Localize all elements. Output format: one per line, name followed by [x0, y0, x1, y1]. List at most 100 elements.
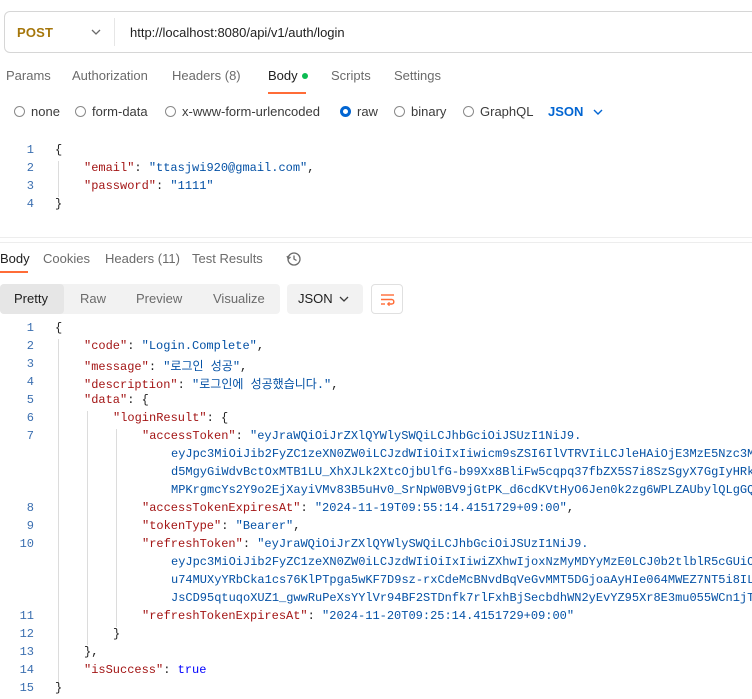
- divider: [0, 237, 752, 238]
- body-type-select[interactable]: JSON: [548, 104, 603, 119]
- headers-count: (11): [157, 251, 180, 266]
- code-line: "accessTokenExpiresAt": "2024-11-19T09:5…: [142, 501, 575, 515]
- code-line: u74MUXyYRbCka1cs76KlPTpga5wKF7D9sz-rxCde…: [171, 573, 752, 587]
- tab-response-body[interactable]: Body: [0, 251, 30, 266]
- line-number: 10: [19, 537, 34, 551]
- radio-label: binary: [411, 104, 447, 119]
- code-line: }: [55, 197, 63, 211]
- code-line: }: [55, 681, 63, 695]
- wrap-lines-button[interactable]: [371, 284, 403, 314]
- view-raw-button[interactable]: Raw: [80, 291, 106, 306]
- wrap-lines-icon: [381, 294, 395, 307]
- view-pretty-button[interactable]: Pretty: [14, 291, 48, 306]
- radio-urlencoded[interactable]: x-www-form-urlencoded: [165, 104, 320, 119]
- chevron-down-icon: [593, 109, 603, 115]
- code-line: "isSuccess": true: [84, 663, 207, 677]
- indent-guide: [87, 411, 88, 645]
- tab-headers[interactable]: Headers (8): [172, 68, 241, 83]
- code-line: "message": "로그인 성공",: [84, 360, 248, 374]
- code-line: JsCD95qtuqoXUZ1_gwwRuPeXsYYlVr94BF2STDnf…: [171, 591, 752, 605]
- radio-raw[interactable]: raw: [340, 104, 378, 119]
- line-number: 1: [26, 321, 34, 335]
- url-input[interactable]: http://localhost:8080/api/v1/auth/login: [130, 25, 345, 40]
- radio-circle-icon: [394, 106, 405, 117]
- tab-settings[interactable]: Settings: [394, 68, 441, 83]
- code-line: "refreshTokenExpiresAt": "2024-11-20T09:…: [142, 609, 575, 623]
- active-tab-indicator: [268, 92, 306, 94]
- view-visualize-button[interactable]: Visualize: [213, 291, 265, 306]
- tab-body-label: Body: [268, 68, 298, 83]
- indent-guide: [116, 429, 117, 627]
- line-number: 11: [19, 609, 34, 623]
- radio-circle-icon: [165, 106, 176, 117]
- tab-cookies[interactable]: Cookies: [43, 251, 90, 266]
- indent-guide: [58, 339, 59, 687]
- indent-guide: [58, 161, 59, 197]
- line-number: 3: [26, 179, 34, 193]
- divider: [114, 18, 115, 46]
- code-line: eyJpc3MiOiJib2FyZC1zeXN0ZW0iLCJzdWIiOiIx…: [171, 555, 752, 569]
- divider: [0, 242, 752, 243]
- line-number: 5: [26, 393, 34, 407]
- line-number: 8: [26, 501, 34, 515]
- radio-label: x-www-form-urlencoded: [182, 104, 320, 119]
- radio-graphql[interactable]: GraphQL: [463, 104, 533, 119]
- line-number: 2: [26, 339, 34, 353]
- tab-authorization[interactable]: Authorization: [72, 68, 148, 83]
- line-number: 4: [26, 197, 34, 211]
- modified-dot-icon: [301, 72, 308, 79]
- line-number: 13: [19, 645, 34, 659]
- radio-binary[interactable]: binary: [394, 104, 446, 119]
- chevron-down-icon[interactable]: [91, 27, 101, 37]
- radio-circle-icon: [75, 106, 86, 117]
- line-number: 9: [26, 519, 34, 533]
- code-line: MPKrgmcYs2Y9o2EjXayiVMv83B5uHv0_SrNpW0BV…: [171, 483, 752, 497]
- tab-body[interactable]: Body: [268, 68, 308, 83]
- code-line: "email": "ttasjwi920@gmail.com",: [84, 161, 315, 175]
- radio-circle-icon: [463, 106, 474, 117]
- radio-form-data[interactable]: form-data: [75, 104, 148, 119]
- line-number: 12: [19, 627, 34, 641]
- line-number: 4: [26, 375, 34, 389]
- radio-label: none: [31, 104, 60, 119]
- tab-response-headers[interactable]: Headers (11): [105, 251, 180, 266]
- line-number: 6: [26, 411, 34, 425]
- line-number: 15: [19, 681, 34, 695]
- code-line: }: [113, 627, 121, 641]
- tab-scripts[interactable]: Scripts: [331, 68, 371, 83]
- tab-label: Headers: [105, 251, 155, 266]
- tab-params[interactable]: Params: [6, 68, 51, 83]
- code-line: eyJpc3MiOiJib2FyZC1zeXN0ZW0iLCJzdWIiOiIx…: [171, 447, 752, 461]
- radio-none[interactable]: none: [14, 104, 60, 119]
- code-line: {: [55, 321, 63, 335]
- code-line: {: [55, 143, 63, 157]
- line-number: 7: [26, 429, 34, 443]
- url-bar: POST http://localhost:8080/api/v1/auth/l…: [4, 11, 752, 53]
- code-line: "code": "Login.Complete",: [84, 339, 265, 353]
- radio-selected-icon: [340, 106, 351, 117]
- code-line: "description": "로그인에 성공했습니다.",: [84, 378, 339, 392]
- format-label: JSON: [298, 291, 333, 306]
- code-line: },: [84, 645, 99, 659]
- tab-test-results[interactable]: Test Results: [192, 251, 263, 266]
- code-line: "refreshToken": "eyJraWQiOiJrZXlQYWlySWQ…: [142, 537, 589, 551]
- code-line: "password": "1111": [84, 179, 214, 193]
- method-select[interactable]: POST: [17, 25, 53, 40]
- line-number: 14: [19, 663, 34, 677]
- radio-label: raw: [357, 104, 378, 119]
- code-line: "accessToken": "eyJraWQiOiJrZXlQYWlySWQi…: [142, 429, 582, 443]
- code-line: "tokenType": "Bearer",: [142, 519, 301, 533]
- radio-label: GraphQL: [480, 104, 534, 119]
- code-line: d5MgyGiWdvBctOxMTB1LU_XhXJLk2XtcOjbUlfG-…: [171, 465, 752, 479]
- history-icon[interactable]: [286, 251, 302, 267]
- code-line: "loginResult": {: [113, 411, 229, 425]
- body-type-label: JSON: [548, 104, 584, 119]
- code-line: "data": {: [84, 393, 149, 407]
- radio-label: form-data: [92, 104, 148, 119]
- line-number: 3: [26, 357, 34, 371]
- view-preview-button[interactable]: Preview: [136, 291, 182, 306]
- line-number: 2: [26, 161, 34, 175]
- active-tab-indicator: [0, 271, 28, 273]
- radio-circle-icon: [14, 106, 25, 117]
- line-number: 1: [26, 143, 34, 157]
